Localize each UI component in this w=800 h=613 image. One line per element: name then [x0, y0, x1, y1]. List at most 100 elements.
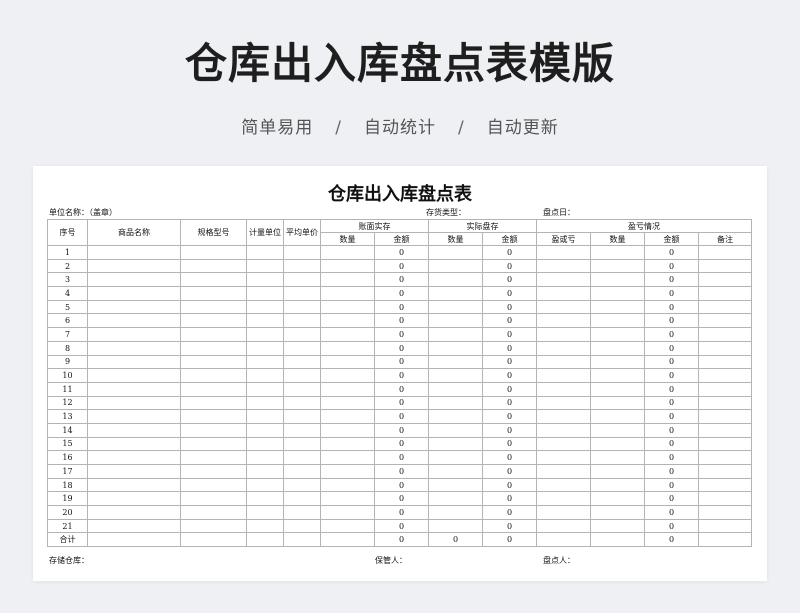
cell-product-name[interactable]: [87, 464, 181, 479]
cell-actual-qty[interactable]: [428, 272, 483, 288]
cell-spec[interactable]: [180, 368, 247, 383]
cell-book-qty[interactable]: [320, 450, 375, 465]
cell-diff-qty[interactable]: [590, 381, 645, 397]
cell-actual-qty[interactable]: [428, 505, 483, 520]
cell-book-qty[interactable]: [320, 299, 375, 315]
cell-remark[interactable]: [698, 258, 752, 274]
cell-book-amount[interactable]: 0: [374, 395, 429, 411]
cell-book-qty[interactable]: [320, 464, 375, 479]
cell-actual-qty[interactable]: [428, 436, 483, 452]
cell-unit[interactable]: [246, 436, 284, 452]
cell-avg-price[interactable]: [283, 340, 321, 356]
cell-remark[interactable]: [698, 299, 752, 315]
cell-diff-qty[interactable]: [590, 313, 645, 329]
total-actual-amount[interactable]: 0: [482, 532, 537, 548]
cell-spec[interactable]: [180, 422, 247, 438]
cell-remark[interactable]: [698, 477, 752, 493]
cell-book-amount[interactable]: 0: [374, 491, 429, 507]
cell-actual-amount[interactable]: 0: [482, 327, 537, 342]
cell-spec[interactable]: [180, 258, 247, 274]
cell-diff-qty[interactable]: [590, 327, 645, 342]
cell-gain-loss[interactable]: [536, 272, 591, 288]
cell-empty[interactable]: [246, 532, 284, 548]
cell-product-name[interactable]: [87, 491, 181, 507]
cell-actual-amount[interactable]: 0: [482, 381, 537, 397]
cell-diff-amount[interactable]: 0: [644, 354, 699, 370]
cell-spec[interactable]: [180, 395, 247, 411]
cell-actual-qty[interactable]: [428, 477, 483, 493]
cell-remark[interactable]: [698, 505, 752, 520]
cell-book-amount[interactable]: 0: [374, 464, 429, 479]
cell-actual-qty[interactable]: [428, 327, 483, 342]
cell-product-name[interactable]: [87, 340, 181, 356]
cell-remark[interactable]: [698, 286, 752, 301]
cell-unit[interactable]: [246, 518, 284, 534]
cell-product-name[interactable]: [87, 299, 181, 315]
cell-remark[interactable]: [698, 395, 752, 411]
cell-book-qty[interactable]: [320, 340, 375, 356]
cell-gain-loss[interactable]: [536, 381, 591, 397]
cell-book-qty[interactable]: [320, 354, 375, 370]
cell-gain-loss[interactable]: [536, 245, 591, 260]
cell-diff-qty[interactable]: [590, 354, 645, 370]
cell-avg-price[interactable]: [283, 327, 321, 342]
cell-actual-amount[interactable]: 0: [482, 464, 537, 479]
cell-spec[interactable]: [180, 245, 247, 260]
cell-actual-qty[interactable]: [428, 354, 483, 370]
cell-book-qty[interactable]: [320, 422, 375, 438]
cell-unit[interactable]: [246, 258, 284, 274]
cell-diff-amount[interactable]: 0: [644, 450, 699, 465]
cell-product-name[interactable]: [87, 313, 181, 329]
cell-product-name[interactable]: [87, 450, 181, 465]
cell-diff-amount[interactable]: 0: [644, 245, 699, 260]
cell-diff-qty[interactable]: [590, 422, 645, 438]
cell-gain-loss[interactable]: [536, 505, 591, 520]
cell-book-qty[interactable]: [320, 505, 375, 520]
cell-empty[interactable]: [320, 532, 375, 548]
cell-actual-amount[interactable]: 0: [482, 518, 537, 534]
cell-diff-amount[interactable]: 0: [644, 477, 699, 493]
cell-actual-amount[interactable]: 0: [482, 340, 537, 356]
cell-product-name[interactable]: [87, 272, 181, 288]
cell-unit[interactable]: [246, 450, 284, 465]
cell-gain-loss[interactable]: [536, 409, 591, 424]
cell-book-qty[interactable]: [320, 272, 375, 288]
cell-diff-qty[interactable]: [590, 286, 645, 301]
cell-actual-amount[interactable]: 0: [482, 272, 537, 288]
cell-diff-amount[interactable]: 0: [644, 395, 699, 411]
cell-book-amount[interactable]: 0: [374, 245, 429, 260]
cell-unit[interactable]: [246, 477, 284, 493]
cell-spec[interactable]: [180, 477, 247, 493]
cell-diff-amount[interactable]: 0: [644, 409, 699, 424]
cell-remark[interactable]: [698, 450, 752, 465]
cell-product-name[interactable]: [87, 477, 181, 493]
cell-remark[interactable]: [698, 368, 752, 383]
cell-unit[interactable]: [246, 464, 284, 479]
cell-spec[interactable]: [180, 409, 247, 424]
cell-actual-qty[interactable]: [428, 286, 483, 301]
cell-remark[interactable]: [698, 272, 752, 288]
cell-gain-loss[interactable]: [536, 313, 591, 329]
cell-spec[interactable]: [180, 299, 247, 315]
cell-diff-qty[interactable]: [590, 245, 645, 260]
cell-empty[interactable]: [180, 532, 247, 548]
cell-actual-qty[interactable]: [428, 381, 483, 397]
cell-book-amount[interactable]: 0: [374, 327, 429, 342]
cell-avg-price[interactable]: [283, 518, 321, 534]
cell-product-name[interactable]: [87, 381, 181, 397]
cell-actual-qty[interactable]: [428, 299, 483, 315]
cell-book-amount[interactable]: 0: [374, 340, 429, 356]
cell-actual-qty[interactable]: [428, 422, 483, 438]
cell-book-qty[interactable]: [320, 258, 375, 274]
cell-remark[interactable]: [698, 340, 752, 356]
cell-product-name[interactable]: [87, 409, 181, 424]
cell-spec[interactable]: [180, 464, 247, 479]
cell-actual-amount[interactable]: 0: [482, 436, 537, 452]
cell-diff-qty[interactable]: [590, 258, 645, 274]
cell-product-name[interactable]: [87, 395, 181, 411]
cell-diff-qty[interactable]: [590, 505, 645, 520]
cell-unit[interactable]: [246, 340, 284, 356]
cell-avg-price[interactable]: [283, 299, 321, 315]
cell-spec[interactable]: [180, 327, 247, 342]
cell-diff-qty[interactable]: [590, 436, 645, 452]
